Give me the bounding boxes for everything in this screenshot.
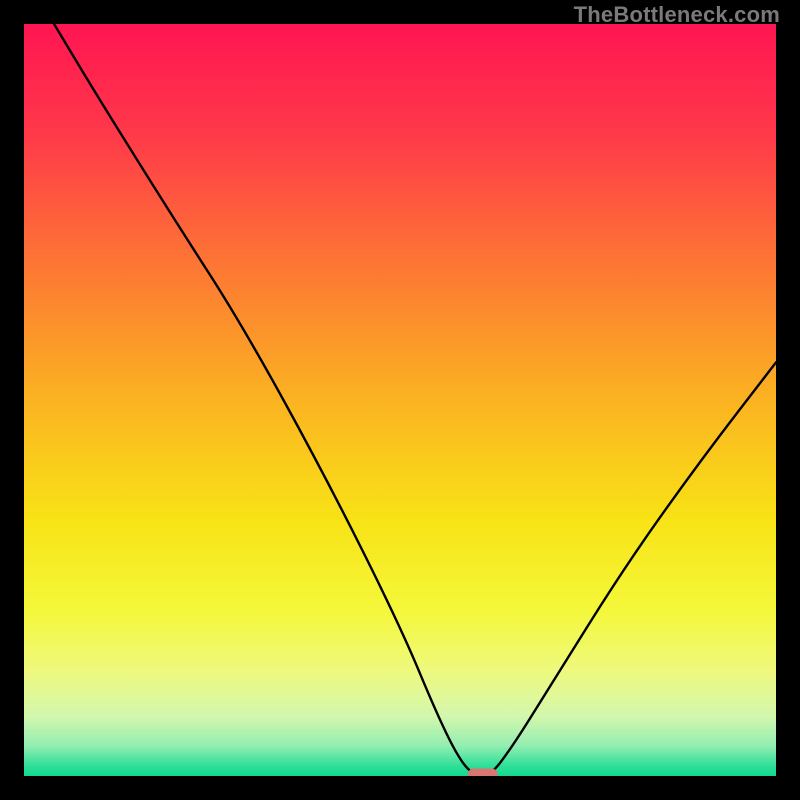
chart-frame: TheBottleneck.com	[0, 0, 800, 800]
optimum-marker	[468, 769, 498, 777]
bottleneck-chart	[24, 24, 776, 776]
gradient-background	[24, 24, 776, 776]
watermark-label: TheBottleneck.com	[574, 2, 780, 28]
plot-area	[24, 24, 776, 776]
